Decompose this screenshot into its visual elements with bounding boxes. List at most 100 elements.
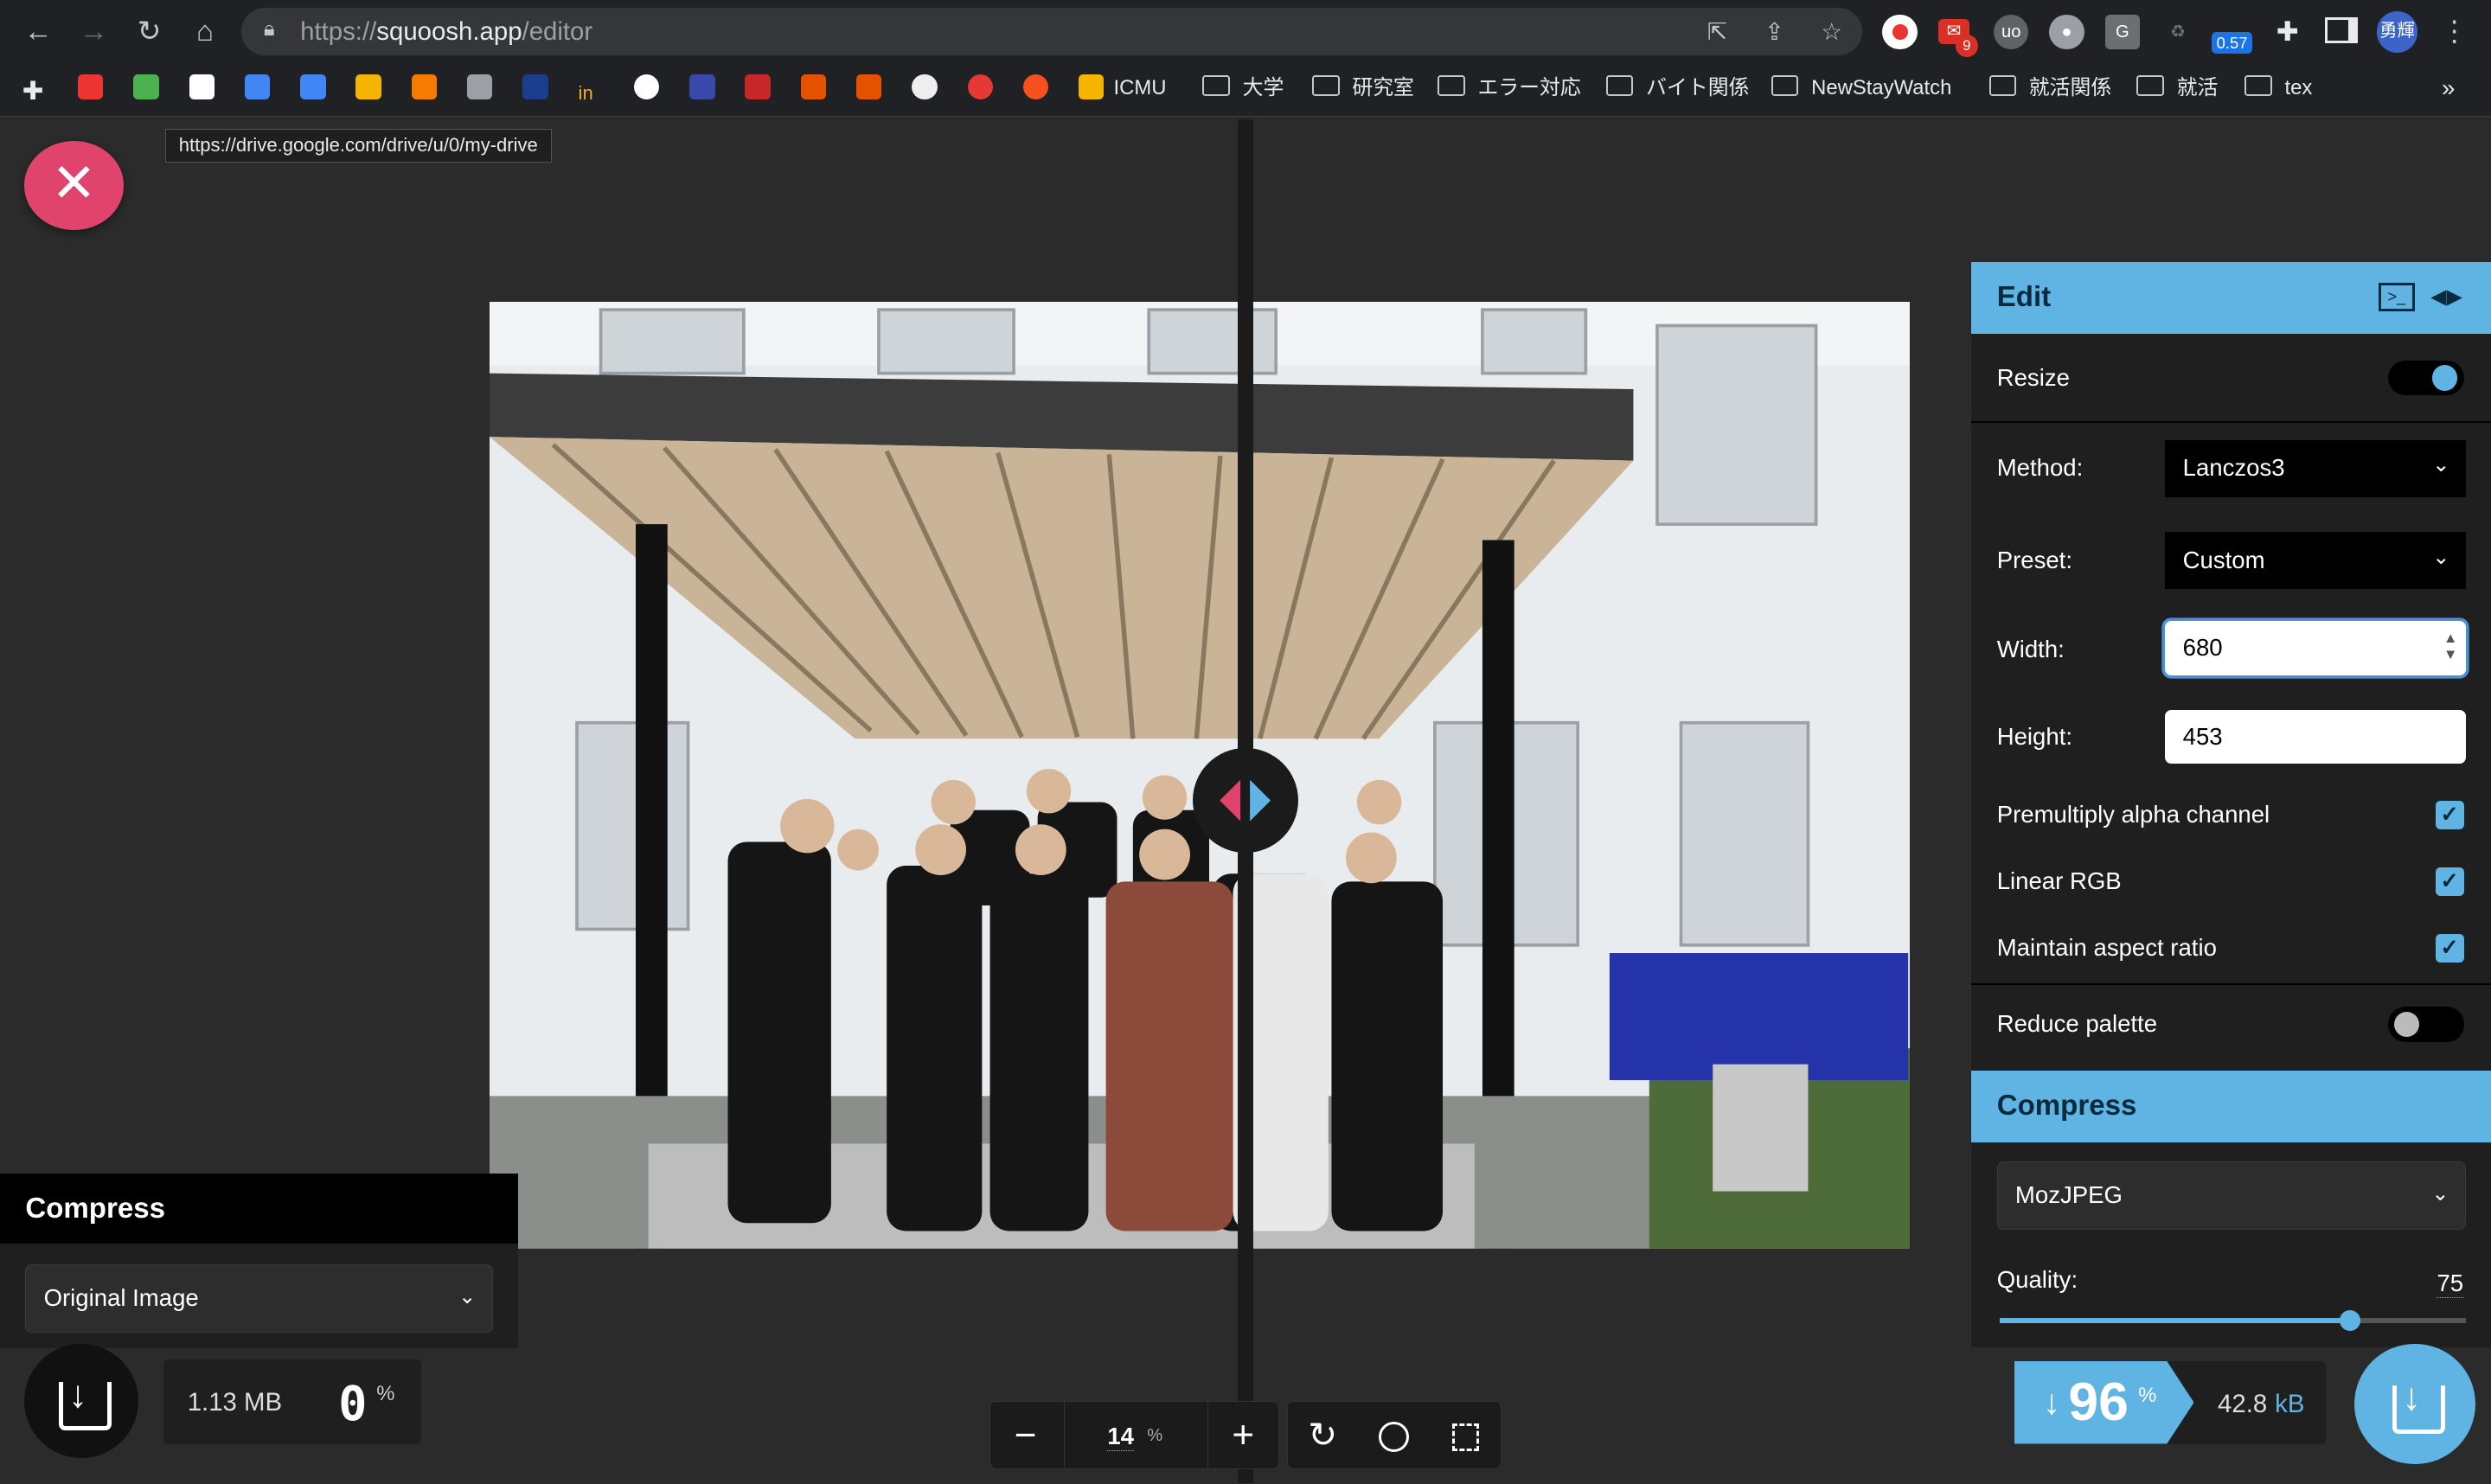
close-icon[interactable]: ✕ [23,141,125,231]
left-codec-select[interactable]: Original Image ⌄ [25,1264,493,1334]
mountain-bookmark-icon[interactable] [800,73,836,105]
resize-toggle[interactable] [2387,360,2464,396]
right-download-button[interactable]: ↓ [2353,1343,2475,1465]
grammarly-icon[interactable]: G [2104,14,2141,49]
ublock-icon[interactable]: uo [1994,14,2029,49]
zoom-out-button[interactable]: − [990,1402,1060,1468]
bookmark-folder-univ[interactable]: 大学 [1202,73,1284,105]
more-menu-icon[interactable]: ⋮ [2436,13,2474,51]
bookmark-folder-newstaywatch[interactable]: NewStayWatch [1771,73,1951,105]
fit-to-screen-icon[interactable] [1431,1402,1501,1468]
quality-slider-thumb[interactable] [2339,1310,2360,1332]
bookmark-folder-jobhunt-related[interactable]: 就活関係 [1988,73,2111,105]
address-bar[interactable]: 🔒︎ https://squoosh.app/editor ⇱ ⇪ ☆ [241,8,1862,56]
a-bookmark-icon[interactable] [689,73,724,105]
width-input[interactable]: 680 ▲ ▼ [2165,621,2466,675]
background-toggle-icon[interactable] [1359,1402,1429,1468]
bookmark-folder-lab[interactable]: 研究室 [1312,73,1414,105]
height-input[interactable]: 453 [2165,710,2466,764]
bookmark-star-icon[interactable]: ☆ [1815,15,1849,49]
extensions-bookmark-icon[interactable]: ✚ [22,73,57,106]
reduce-palette-label: Reduce palette [1996,1010,2158,1038]
bookmark-folder-jobhunt[interactable]: 就活 [2136,73,2218,105]
zoom-in-button[interactable]: + [1208,1402,1278,1468]
bookmarks-overflow-icon[interactable]: » [2442,73,2455,105]
zoom-level-field[interactable]: 14 % [1063,1401,1209,1469]
codec-select[interactable]: MozJPEG ⌄ [1996,1161,2466,1230]
method-label: Method: [1996,454,2084,482]
reduce-palette-toggle-knob [2393,1011,2420,1038]
share-icon[interactable]: ⇪ [1757,15,1791,49]
grafana-bookmark-icon[interactable] [1022,73,1058,105]
forward-icon[interactable]: → [74,13,112,51]
preset-select[interactable]: Custom ⌄ [2165,532,2466,590]
bookmark-folder-tex[interactable]: tex [2244,73,2312,105]
right-size-box: ↓ 96 % 42.8 kB [2014,1361,2326,1444]
bookmark-folder-errors[interactable]: エラー対応 [1438,73,1581,105]
rotate-icon[interactable]: ↻ [1288,1402,1358,1468]
aspect-ratio-checkbox[interactable]: ✓ [2435,933,2464,963]
premultiply-checkbox[interactable]: ✓ [2435,800,2464,829]
folder-icon [2244,75,2272,97]
gmail-bookmark-icon[interactable] [189,73,224,105]
split-handle[interactable] [1193,748,1298,854]
folder-icon [2136,75,2164,97]
site-bookmark-icon[interactable] [522,73,557,105]
url-text: https://squoosh.app/editor [300,17,593,47]
bus-bookmark-icon[interactable] [466,73,502,105]
quality-slider-track[interactable] [2000,1310,2466,1332]
left-percent: 0 [338,1375,368,1431]
bookmark-folder-parttime[interactable]: バイト関係 [1605,73,1749,105]
reduce-palette-toggle[interactable] [2387,1007,2464,1042]
resize-label: Resize [1996,363,2070,391]
codec-value: MozJPEG [2014,1180,2123,1208]
folder-icon [1771,75,1799,97]
side-panel-icon[interactable] [2324,15,2359,49]
home-icon[interactable]: ⌂ [186,13,224,51]
chevron-down-icon: ⌄ [2431,1181,2449,1206]
link-tooltip: https://drive.google.com/drive/u/0/my-dr… [165,128,552,163]
open-in-app-icon[interactable]: ⇱ [1700,15,1734,49]
record-extension-icon[interactable] [1882,14,1918,49]
split-arrows-icon [1220,779,1271,822]
folder-icon [1605,75,1634,97]
swap-sides-icon[interactable]: ◂▸ [2430,277,2462,314]
keep-bookmark-icon[interactable] [355,73,390,105]
extension-badge: 0.57 [2211,31,2253,54]
method-select[interactable]: Lanczos3 ⌄ [2165,439,2466,497]
number-spinner-icon[interactable]: ▲ ▼ [2443,630,2457,662]
recycle-icon[interactable]: ♻ [2161,15,2195,49]
blogger-bookmark-icon[interactable] [411,73,446,105]
zoom-unit: % [1147,1425,1163,1445]
savings-percent: 96 [2068,1372,2129,1433]
wave-bookmark-icon[interactable] [967,73,1002,105]
output-size-unit: kB [2275,1390,2305,1419]
compress-section-header: Compress [1971,1070,2491,1142]
left-download-button[interactable]: ↓ [23,1343,138,1459]
left-size-box: 1.13 MB 0 % [163,1359,421,1444]
red-bookmark-icon[interactable] [745,73,779,105]
person-bookmark-icon[interactable] [912,73,946,105]
in-bookmark-icon[interactable]: in [579,73,613,105]
quality-value[interactable]: 75 [2437,1270,2464,1298]
lock-icon: 🔒︎ [263,17,275,42]
view-controls: ↻ [1286,1400,1502,1470]
drive-bookmark-icon[interactable] [133,73,168,105]
linear-rgb-checkbox[interactable]: ✓ [2435,867,2464,896]
translate-bookmark-icon[interactable] [300,73,335,105]
premultiply-label: Premultiply alpha channel [1996,800,2270,828]
terminal-icon[interactable]: >_ [2378,282,2416,312]
download-arrow-icon: ↓ [67,1372,88,1416]
ghost-extension-icon[interactable]: ● [2049,14,2084,49]
globe-bookmark-icon[interactable] [633,73,669,105]
reload-icon[interactable]: ↻ [131,13,169,51]
mountain2-bookmark-icon[interactable] [855,73,891,105]
extensions-puzzle-icon[interactable]: ✚ [2270,15,2305,49]
profile-avatar[interactable]: 勇輝 [2376,10,2418,53]
bookmark-site-icmu[interactable]: ICMU [1079,73,1166,105]
chevron-down-icon: ⌄ [458,1285,477,1309]
left-panel-header: Compress [0,1174,518,1244]
calendar-bookmark-icon[interactable] [244,73,279,105]
back-icon[interactable]: ← [19,13,57,51]
youtube-bookmark-icon[interactable] [77,73,112,105]
